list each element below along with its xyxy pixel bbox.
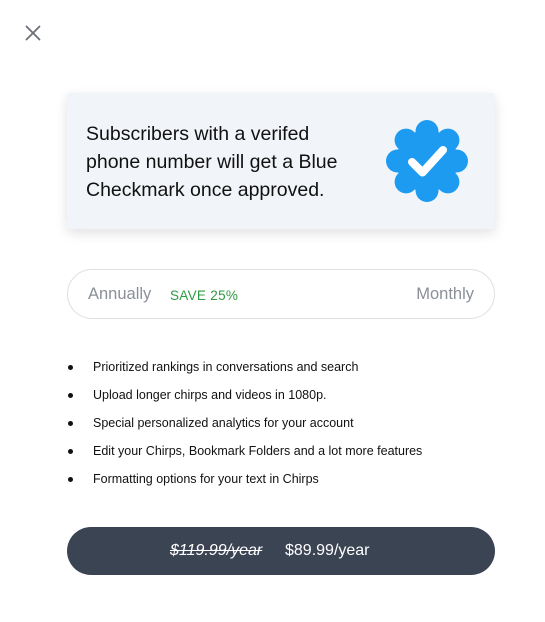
feature-text: Formatting options for your text in Chir… [93, 472, 319, 486]
feature-text: Upload longer chirps and videos in 1080p… [93, 388, 327, 402]
bullet-icon [68, 393, 73, 398]
feature-text: Prioritized rankings in conversations an… [93, 360, 359, 374]
bullet-icon [68, 449, 73, 454]
old-price: $119.99/year [170, 542, 263, 559]
verification-info-text: Subscribers with a verifed phone number … [86, 123, 338, 201]
billing-period-toggle: Annually SAVE 25% Monthly [67, 269, 495, 319]
verified-badge-icon [385, 119, 469, 203]
verification-info-card: Subscribers with a verifed phone number … [67, 93, 495, 229]
subscribe-button[interactable]: $119.99/year $89.99/year [67, 527, 495, 575]
bullet-icon [68, 477, 73, 482]
feature-text: Special personalized analytics for your … [93, 416, 354, 430]
save-badge: SAVE 25% [170, 288, 239, 303]
close-button[interactable] [22, 22, 44, 44]
bullet-icon [68, 421, 73, 426]
subscription-dialog: Subscribers with a verifed phone number … [0, 0, 545, 622]
close-icon [25, 25, 41, 41]
billing-option-monthly[interactable]: Monthly [416, 285, 474, 304]
feature-text: Edit your Chirps, Bookmark Folders and a… [93, 444, 423, 458]
bullet-icon [68, 365, 73, 370]
new-price: $89.99/year [285, 542, 370, 559]
billing-option-annually[interactable]: Annually [88, 285, 151, 304]
